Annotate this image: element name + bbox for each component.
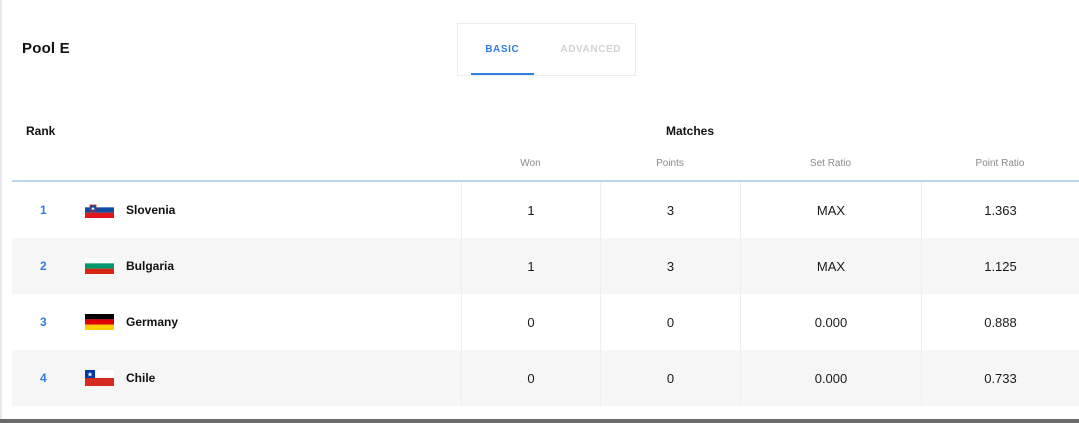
tab-advanced[interactable]: ADVANCED [547, 24, 636, 75]
pool-title: Pool E [22, 40, 70, 57]
won-value: 0 [461, 294, 600, 350]
points-value: 0 [600, 294, 740, 350]
team-name[interactable]: Chile [126, 350, 155, 406]
table-row[interactable]: 4 Chile 0 0 0.000 0.733 [12, 350, 1079, 406]
panel-left-border [0, 0, 2, 423]
rank-number: 4 [40, 371, 47, 385]
set-ratio-value: 0.000 [740, 350, 921, 406]
set-ratio-value: MAX [740, 238, 921, 294]
tab-basic[interactable]: BASIC [458, 24, 547, 75]
rank-header: Rank [26, 124, 56, 138]
slovenia-flag-icon [85, 202, 114, 218]
team-name[interactable]: Slovenia [126, 182, 175, 238]
rank-number: 2 [40, 259, 47, 273]
set-ratio-value: MAX [740, 182, 921, 238]
panel-bottom-border [0, 419, 1079, 423]
table-row[interactable]: 3 Germany 0 0 0.000 0.888 [12, 294, 1079, 350]
won-value: 1 [461, 238, 600, 294]
points-column-header[interactable]: Points [600, 158, 740, 169]
team-name[interactable]: Germany [126, 294, 178, 350]
rank-number: 3 [40, 315, 47, 329]
point-ratio-value: 1.125 [921, 238, 1079, 294]
point-ratio-column-header[interactable]: Point Ratio [921, 158, 1079, 169]
point-ratio-value: 0.733 [921, 350, 1079, 406]
germany-flag-icon [85, 314, 114, 330]
points-value: 3 [600, 238, 740, 294]
team-name[interactable]: Bulgaria [126, 238, 174, 294]
bulgaria-flag-icon [85, 258, 114, 274]
point-ratio-value: 0.888 [921, 294, 1079, 350]
table-row[interactable]: 2 Bulgaria 1 3 MAX 1.125 [12, 238, 1079, 294]
rank-number: 1 [40, 203, 47, 217]
point-ratio-value: 1.363 [921, 182, 1079, 238]
points-value: 0 [600, 350, 740, 406]
won-value: 1 [461, 182, 600, 238]
set-ratio-column-header[interactable]: Set Ratio [740, 158, 921, 169]
standings-table: 1 Slovenia 1 3 MAX 1.363 2 Bulgaria 1 3 … [12, 182, 1079, 406]
matches-header: Matches [665, 124, 715, 138]
won-value: 0 [461, 350, 600, 406]
standings-panel: Pool E BASIC ADVANCED Rank Matches Won P… [0, 0, 1079, 423]
won-column-header[interactable]: Won [461, 158, 600, 169]
view-tabs: BASIC ADVANCED [457, 23, 636, 76]
table-row[interactable]: 1 Slovenia 1 3 MAX 1.363 [12, 182, 1079, 238]
chile-flag-icon [85, 370, 114, 386]
points-value: 3 [600, 182, 740, 238]
set-ratio-value: 0.000 [740, 294, 921, 350]
